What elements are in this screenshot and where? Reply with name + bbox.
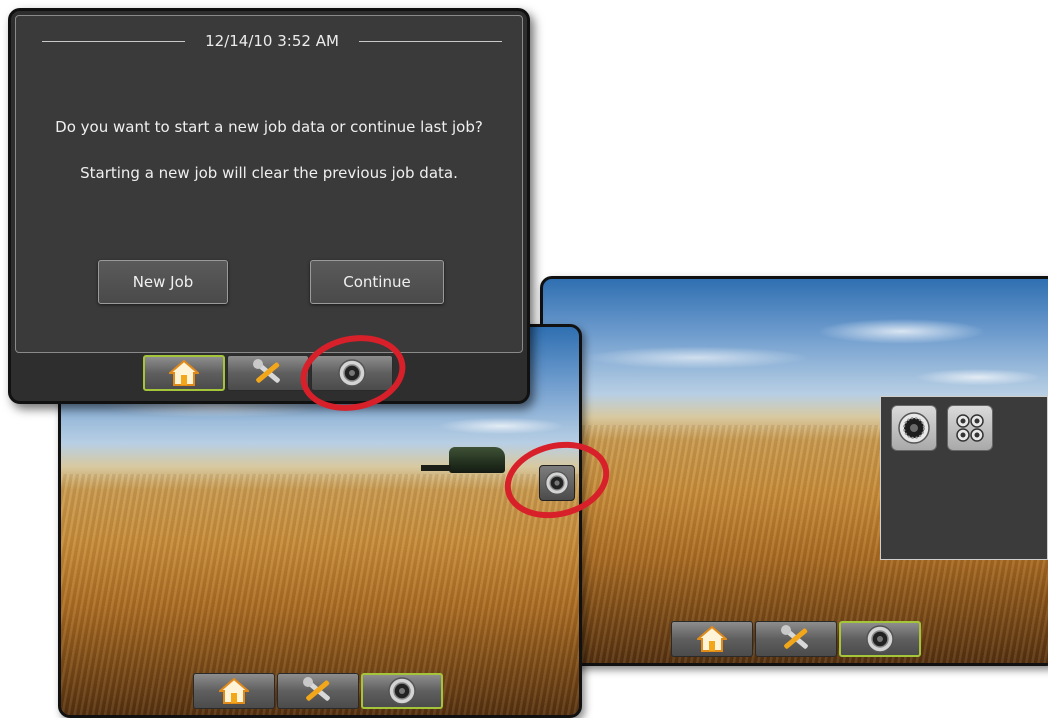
dialog-panel: 12/14/10 3:52 AM Do you want to start a …: [15, 15, 523, 353]
header-divider-left: [42, 40, 186, 42]
sky-clouds: [543, 279, 1048, 410]
nav-tools-button[interactable]: [755, 621, 837, 657]
continue-button[interactable]: Continue: [310, 260, 444, 304]
tools-icon: [781, 625, 808, 649]
home-icon: [219, 678, 249, 704]
camera-icon: [388, 677, 416, 705]
quad-camera-icon: [956, 414, 984, 442]
home-icon: [169, 360, 199, 386]
single-camera-button[interactable]: [891, 405, 937, 451]
dialog-header: 12/14/10 3:52 AM: [42, 26, 503, 56]
single-camera-icon: [898, 412, 930, 444]
nav-home-button[interactable]: [193, 673, 275, 709]
nav-camera-button[interactable]: [839, 621, 921, 657]
nav-home-button[interactable]: [671, 621, 753, 657]
dialog-message-secondary: Starting a new job will clear the previo…: [80, 164, 458, 182]
dialog-message-primary: Do you want to start a new job data or c…: [55, 118, 483, 136]
bottom-nav-bar: [193, 673, 443, 709]
tools-icon: [253, 359, 280, 383]
nav-tools-button[interactable]: [227, 355, 309, 391]
new-job-dialog-screen: 12/14/10 3:52 AM Do you want to start a …: [8, 8, 530, 404]
home-icon: [697, 626, 727, 652]
camera-icon: [866, 625, 894, 653]
bottom-nav-bar: [671, 621, 921, 657]
nav-home-button[interactable]: [143, 355, 225, 391]
quad-camera-button[interactable]: [947, 405, 993, 451]
combine-harvester: [421, 447, 505, 473]
nav-camera-button[interactable]: [361, 673, 443, 709]
header-divider-right: [358, 40, 503, 42]
dialog-datetime: 12/14/10 3:52 AM: [205, 32, 339, 50]
new-job-button[interactable]: New Job: [98, 260, 228, 304]
nav-tools-button[interactable]: [277, 673, 359, 709]
camera-selection-panel: [880, 396, 1048, 560]
tools-icon: [303, 677, 330, 701]
